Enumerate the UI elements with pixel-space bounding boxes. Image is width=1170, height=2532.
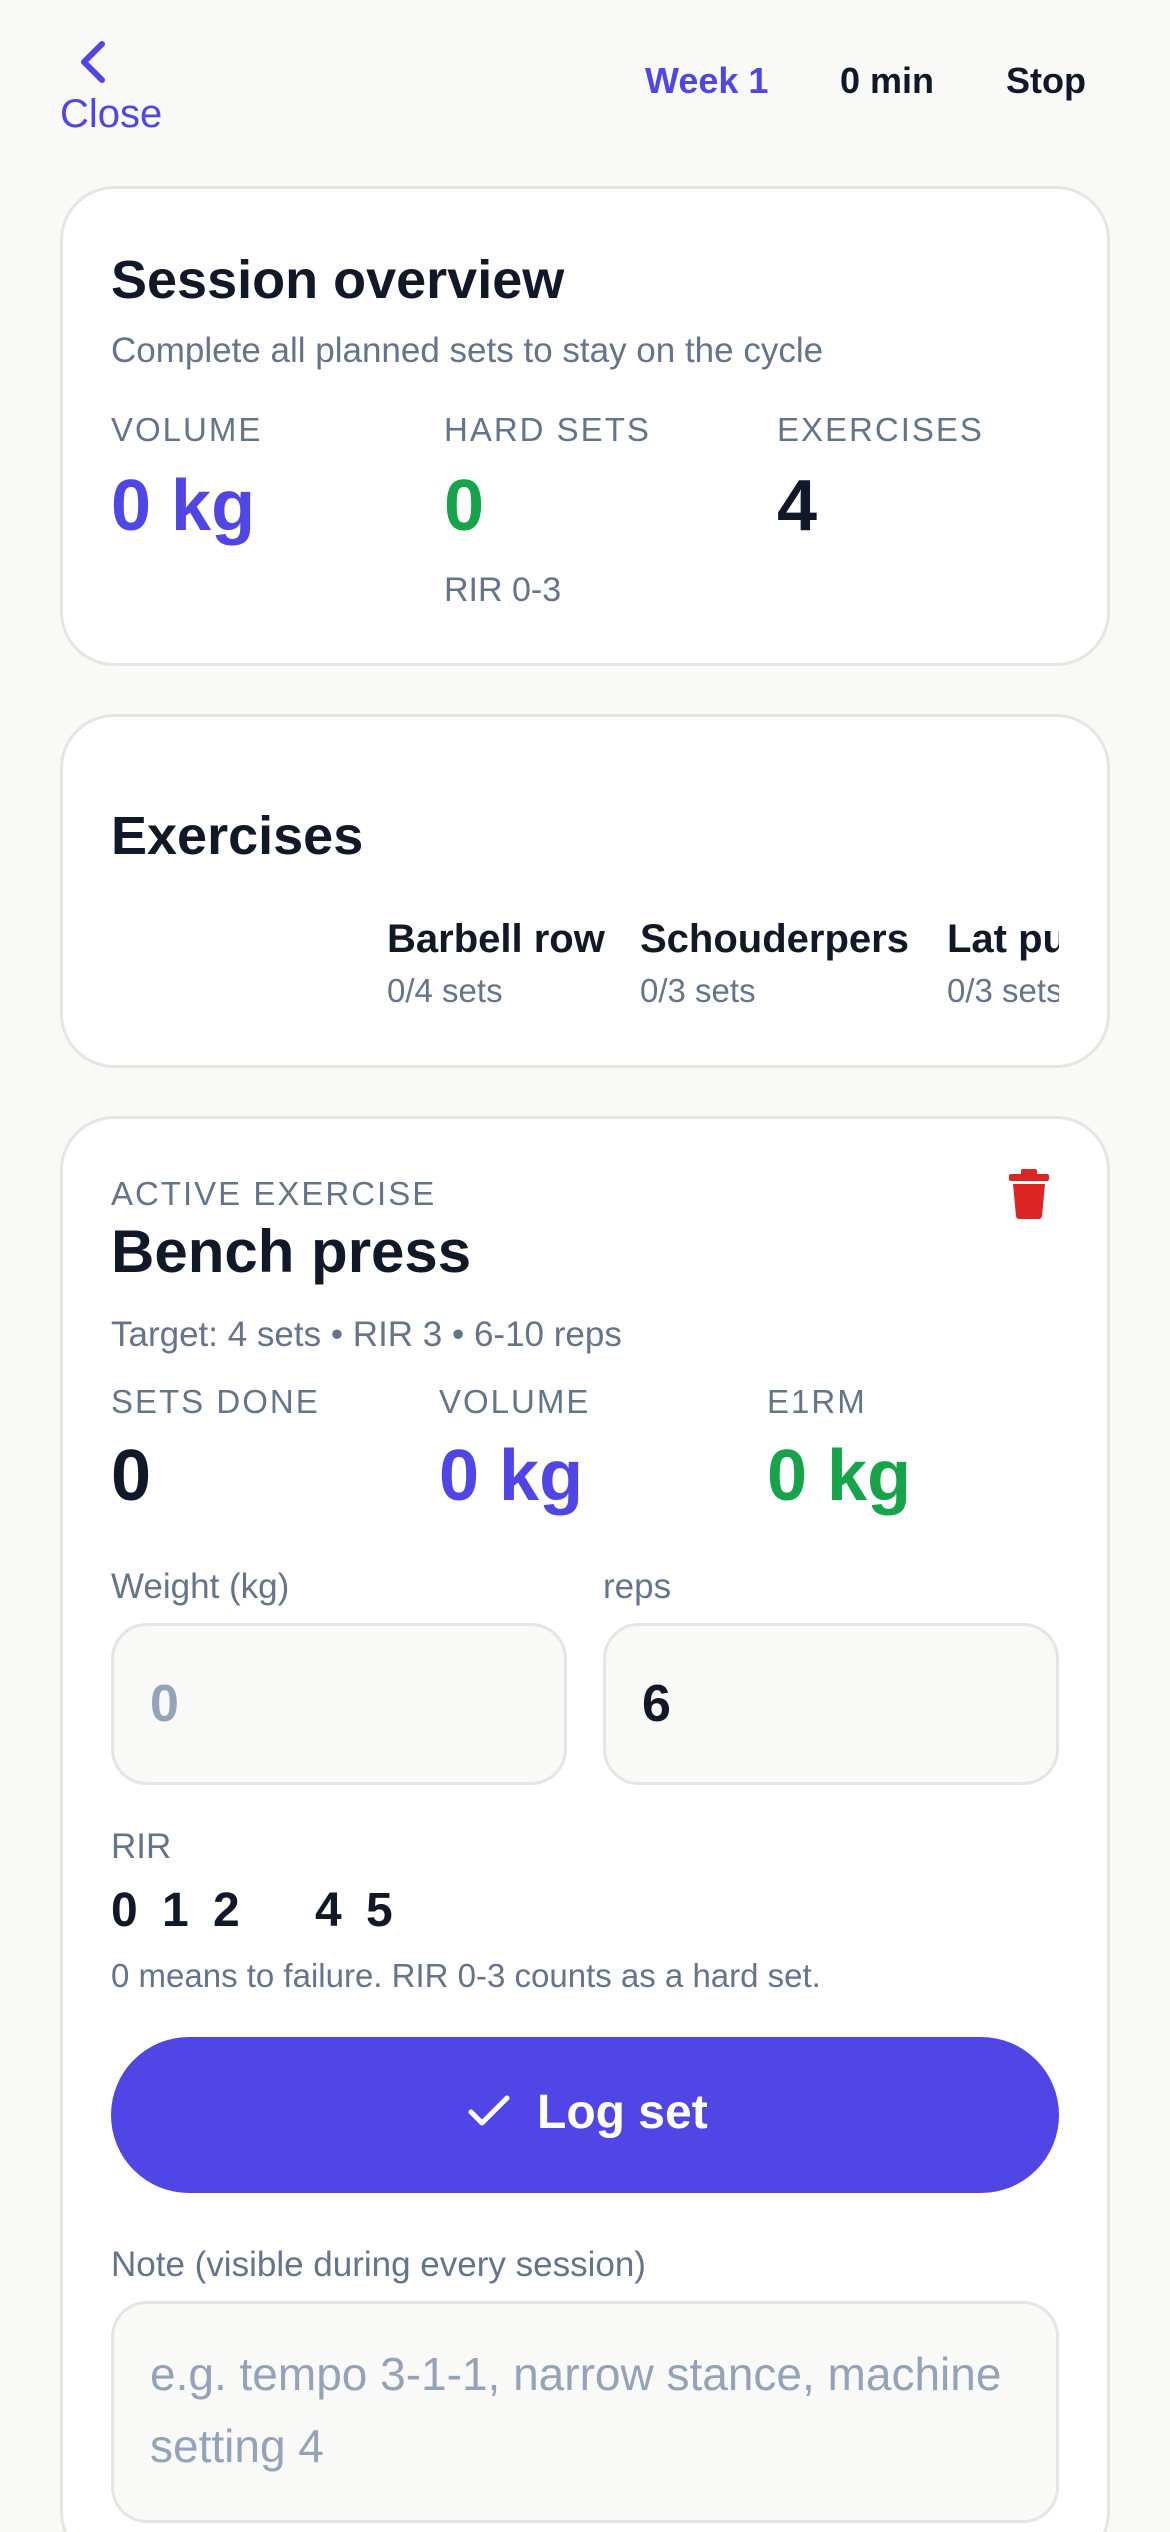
exercise-chip-schouderpers[interactable]: Schouderpers 0/3 sets: [640, 917, 909, 1010]
exercises-card: Exercises Barbell row 0/4 sets Schouderp…: [60, 714, 1110, 1068]
rir-option-2[interactable]: 2: [213, 1883, 240, 1938]
session-overview-card: Session overview Complete all planned se…: [60, 186, 1110, 666]
exercise-chip-name: Barbell row: [387, 917, 605, 961]
delete-exercise-button[interactable]: [1009, 1169, 1049, 1224]
trash-icon: [1009, 1169, 1049, 1219]
exercise-chip-sets: 0/4 sets: [387, 972, 503, 1009]
rir-option-1[interactable]: 1: [162, 1883, 189, 1938]
hard-sets-note: RIR 0-3: [444, 571, 562, 609]
exercise-chip-name: Lat pulldown: [947, 917, 1059, 961]
rir-option-5[interactable]: 5: [366, 1883, 393, 1938]
volume-value: 0 kg: [111, 466, 256, 546]
active-exercise-name: Bench press: [111, 1218, 472, 1285]
chevron-left-icon: [81, 41, 105, 83]
exercise-chip-lat-pulldown[interactable]: Lat pulldown 0/3 sets: [947, 917, 1059, 1010]
exercise-chip-name: Schouderpers: [640, 917, 909, 961]
weight-label: Weight (kg): [111, 1567, 290, 1606]
note-input[interactable]: [111, 2301, 1059, 2523]
active-exercise-card: ACTIVE EXERCISE Bench press Target: 4 se…: [60, 1116, 1110, 2532]
hard-sets-value: 0: [444, 466, 485, 546]
rir-hint: 0 means to failure. RIR 0-3 counts as a …: [111, 1957, 821, 1994]
exercises-count-label: EXERCISES: [777, 411, 984, 448]
top-bar: Close Week 1 0 min Stop: [0, 0, 1170, 170]
exercise-carousel-viewport: Barbell row 0/4 sets Schouderpers 0/3 se…: [111, 917, 1059, 1027]
close-button[interactable]: Close: [60, 36, 220, 146]
e1rm-value: 0 kg: [767, 1436, 912, 1516]
active-volume-label: VOLUME: [439, 1383, 591, 1420]
sets-done-value: 0: [111, 1436, 152, 1516]
log-set-button[interactable]: Log set: [111, 2037, 1059, 2193]
session-overview-subtitle: Complete all planned sets to stay on the…: [111, 331, 824, 370]
close-label: Close: [60, 92, 163, 136]
weight-input[interactable]: [111, 1623, 567, 1785]
exercise-chip-sets: 0/3 sets: [640, 972, 756, 1009]
sets-done-label: SETS DONE: [111, 1383, 320, 1420]
rir-label: RIR: [111, 1827, 172, 1866]
active-volume-value: 0 kg: [439, 1436, 584, 1516]
check-icon: [468, 2095, 510, 2126]
e1rm-label: E1RM: [767, 1383, 867, 1420]
session-duration: 0 min: [840, 60, 935, 101]
exercise-chip-barbell-row[interactable]: Barbell row 0/4 sets: [387, 917, 605, 1010]
session-overview-title: Session overview: [111, 250, 565, 310]
exercise-chip-sets: 0/3 sets: [947, 972, 1059, 1009]
rir-option-4[interactable]: 4: [315, 1883, 342, 1938]
exercise-carousel[interactable]: Barbell row 0/4 sets Schouderpers 0/3 se…: [63, 917, 1107, 1027]
week-indicator[interactable]: Week 1: [645, 60, 768, 102]
active-exercise-caption: ACTIVE EXERCISE: [111, 1175, 437, 1212]
active-exercise-target: Target: 4 sets • RIR 3 • 6-10 reps: [111, 1315, 622, 1354]
hard-sets-label: HARD SETS: [444, 411, 651, 448]
log-set-label: Log set: [537, 2086, 708, 2139]
reps-input[interactable]: [603, 1623, 1059, 1785]
note-label: Note (visible during every session): [111, 2245, 646, 2284]
reps-label: reps: [603, 1567, 672, 1606]
volume-label: VOLUME: [111, 411, 263, 448]
rir-option-0[interactable]: 0: [111, 1883, 138, 1938]
exercises-title: Exercises: [111, 806, 364, 866]
stop-button[interactable]: Stop: [1006, 60, 1086, 102]
exercises-count-value: 4: [777, 466, 818, 546]
